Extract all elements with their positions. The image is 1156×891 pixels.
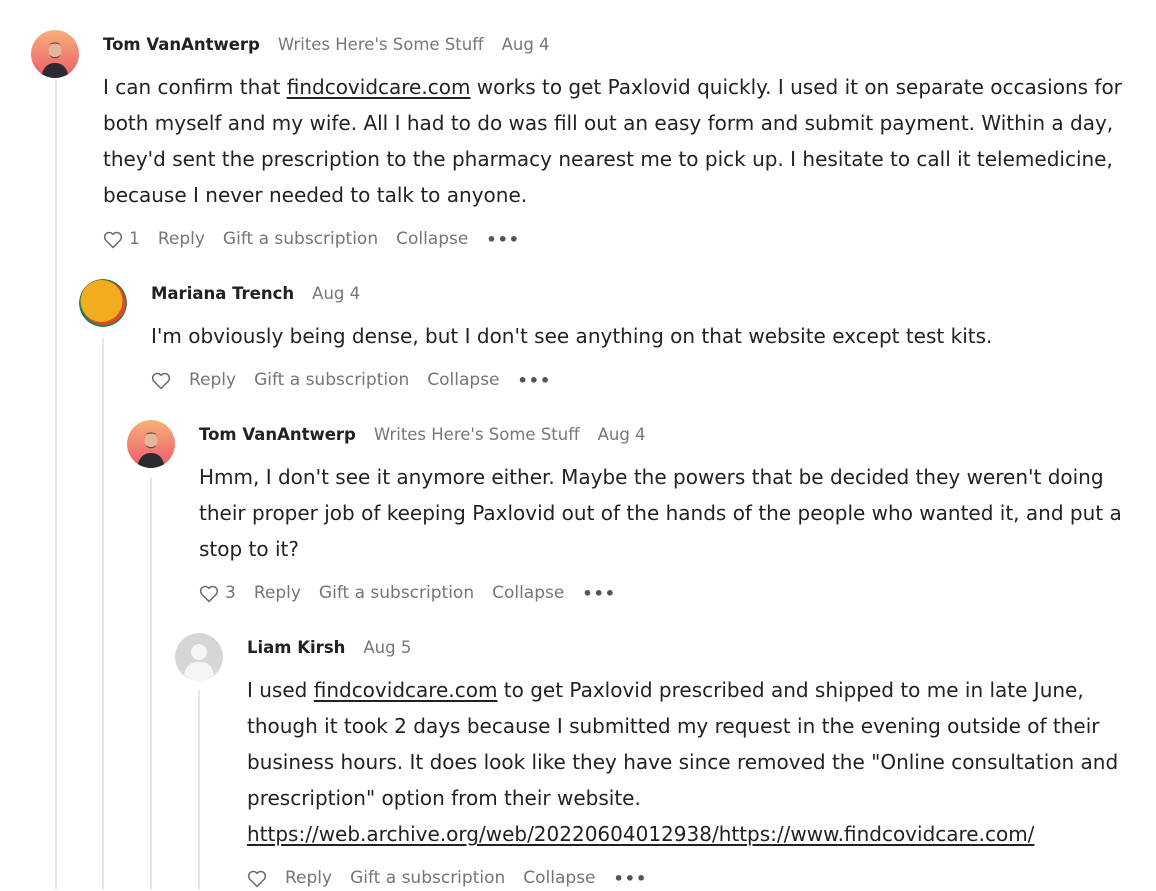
author-name[interactable]: Mariana Trench: [151, 284, 294, 303]
author-name[interactable]: Liam Kirsh: [247, 638, 345, 657]
reply-button[interactable]: Reply: [285, 868, 332, 888]
heart-icon: [199, 585, 219, 602]
thread-line: [150, 478, 152, 889]
heart-icon: [103, 231, 123, 248]
thread-line: [198, 690, 200, 889]
comment-body: I'm obviously being dense, but I don't s…: [151, 324, 993, 348]
gift-subscription-button[interactable]: Gift a subscription: [223, 229, 378, 249]
like-button[interactable]: 1: [103, 229, 140, 249]
comment-actions: 3 Reply Gift a subscription Collapse •••: [199, 580, 1126, 606]
avatar[interactable]: [175, 633, 223, 681]
comment-header: Mariana Trench Aug 4: [151, 280, 1126, 306]
comment-date[interactable]: Aug 4: [598, 425, 646, 444]
like-count: 3: [225, 583, 236, 603]
comment-date[interactable]: Aug 4: [312, 284, 360, 303]
avatar[interactable]: [127, 420, 175, 468]
comment: Mariana Trench Aug 4 I'm obviously being…: [151, 280, 1126, 393]
heart-icon: [247, 870, 267, 887]
comment-body: I can confirm that findcovidcare.com wor…: [103, 69, 1126, 213]
author-name[interactable]: Tom VanAntwerp: [199, 425, 356, 444]
reply-button[interactable]: Reply: [158, 229, 205, 249]
gift-subscription-button[interactable]: Gift a subscription: [254, 370, 409, 390]
comment-text: I can confirm that: [103, 75, 287, 99]
avatar[interactable]: [79, 279, 127, 327]
like-count: 1: [129, 229, 140, 249]
reply-button[interactable]: Reply: [189, 370, 236, 390]
like-button[interactable]: 3: [199, 583, 236, 603]
archive-link[interactable]: https://web.archive.org/web/202206040129…: [247, 822, 1034, 846]
gift-subscription-button[interactable]: Gift a subscription: [319, 583, 474, 603]
reply-button[interactable]: Reply: [254, 583, 301, 603]
comment: Tom VanAntwerp Writes Here's Some Stuff …: [103, 31, 1126, 252]
gift-subscription-button[interactable]: Gift a subscription: [350, 868, 505, 888]
author-publication[interactable]: Writes Here's Some Stuff: [278, 35, 484, 54]
comment: Liam Kirsh Aug 5 I used findcovidcare.co…: [247, 634, 1126, 891]
comment-text: I used: [247, 678, 314, 702]
author-publication[interactable]: Writes Here's Some Stuff: [374, 425, 580, 444]
comment-actions: Reply Gift a subscription Collapse •••: [151, 367, 1126, 393]
more-options-icon[interactable]: •••: [614, 869, 648, 888]
website-link[interactable]: findcovidcare.com: [314, 678, 498, 702]
author-name[interactable]: Tom VanAntwerp: [103, 35, 260, 54]
comment: Tom VanAntwerp Writes Here's Some Stuff …: [199, 421, 1126, 606]
collapse-button[interactable]: Collapse: [427, 370, 499, 390]
comment-date[interactable]: Aug 5: [363, 638, 411, 657]
website-link[interactable]: findcovidcare.com: [287, 75, 471, 99]
collapse-button[interactable]: Collapse: [396, 229, 468, 249]
more-options-icon[interactable]: •••: [518, 371, 552, 390]
comment-header: Tom VanAntwerp Writes Here's Some Stuff …: [199, 421, 1126, 447]
heart-icon: [151, 372, 171, 389]
comment-header: Tom VanAntwerp Writes Here's Some Stuff …: [103, 31, 1126, 57]
like-button[interactable]: [151, 371, 171, 390]
thread-line: [55, 80, 57, 889]
comment-body: I used findcovidcare.com to get Paxlovid…: [247, 672, 1126, 852]
collapse-button[interactable]: Collapse: [523, 868, 595, 888]
comment-body: Hmm, I don't see it anymore either. Mayb…: [199, 465, 1122, 561]
comment-actions: Reply Gift a subscription Collapse •••: [247, 865, 1126, 891]
comment-date[interactable]: Aug 4: [502, 35, 550, 54]
avatar[interactable]: [31, 30, 79, 78]
comment-header: Liam Kirsh Aug 5: [247, 634, 1126, 660]
more-options-icon[interactable]: •••: [486, 230, 520, 249]
more-options-icon[interactable]: •••: [582, 584, 616, 603]
comment-actions: 1 Reply Gift a subscription Collapse •••: [103, 226, 1126, 252]
thread-line: [102, 338, 104, 889]
collapse-button[interactable]: Collapse: [492, 583, 564, 603]
like-button[interactable]: [247, 869, 267, 888]
